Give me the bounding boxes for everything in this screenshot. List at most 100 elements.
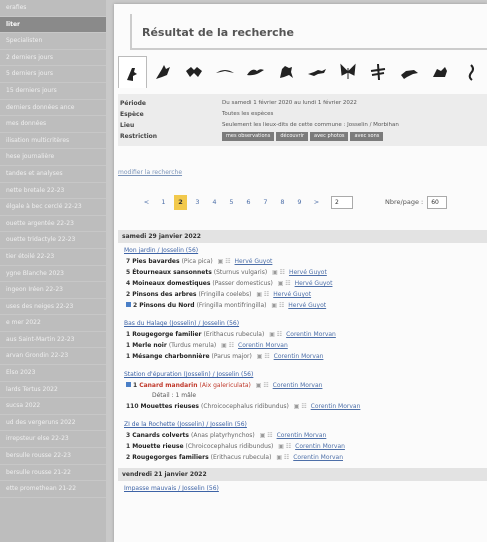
species-name[interactable]: Mésange charbonnière	[132, 353, 209, 360]
owl-icon	[156, 65, 171, 79]
sidebar-item[interactable]: élgale à bec cerclé 22-23	[0, 199, 106, 216]
camera-icon: ▣ ☷	[291, 403, 309, 410]
sidebar-item[interactable]: ouette tridactyle 22-23	[0, 232, 106, 249]
restriction-button[interactable]: avec sons	[350, 132, 384, 141]
sidebar-item[interactable]: arvan Grondin 22-23	[0, 348, 106, 366]
species-name[interactable]: Rougegorge familier	[132, 331, 201, 338]
observer-link[interactable]: Hervé Guyot	[235, 258, 273, 265]
sidebar-item[interactable]: e mer 2022	[0, 315, 106, 332]
page-link[interactable]: 5	[225, 195, 238, 210]
observer-link[interactable]: Hervé Guyot	[288, 302, 326, 309]
pager-next[interactable]: >	[310, 195, 323, 210]
species-tab[interactable]	[241, 56, 270, 88]
species-name[interactable]: Moineaux domestiques	[132, 280, 210, 287]
sidebar-item[interactable]: 15 derniers jours	[0, 83, 106, 100]
location-link[interactable]: Mon jardin / Josselin (56)	[118, 246, 487, 256]
page-link[interactable]: 3	[191, 195, 204, 210]
latin-name: (Anas platyrhynchos)	[191, 432, 255, 439]
species-tab[interactable]	[149, 56, 178, 88]
sidebar-item[interactable]: derniers données ance	[0, 100, 106, 117]
observer-link[interactable]: Hervé Guyot	[273, 291, 311, 298]
sidebar-item[interactable]: bersulle rousse 22-23	[0, 448, 106, 465]
species-tab[interactable]	[210, 56, 239, 88]
location-link[interactable]: Bas du Halage (Josselin) / Josselin (56)	[118, 319, 487, 329]
sidebar-item[interactable]: lards Tertus 2022	[0, 382, 106, 399]
species-name[interactable]: Pinsons des arbres	[132, 291, 196, 298]
sidebar-item[interactable]: erafies	[0, 0, 106, 17]
sidebar-item[interactable]: bersulle rousse 21-22	[0, 465, 106, 482]
species-name[interactable]: Mouettes rieuses	[141, 403, 199, 410]
location-link[interactable]: Station d'épuration (Josselin) / Josseli…	[118, 370, 487, 380]
species-tab[interactable]	[333, 56, 362, 88]
sidebar-item[interactable]: irrepsteur else 22-23	[0, 431, 106, 449]
modify-search-link[interactable]: modifier la recherche	[118, 169, 182, 176]
sidebar-item[interactable]: hese journalière	[0, 149, 106, 166]
page-goto-select[interactable]: 2	[331, 195, 353, 209]
species-tab[interactable]	[395, 56, 424, 88]
results-list: samedi 29 janvier 2022 Mon jardin / Josse…	[118, 230, 487, 499]
observer-link[interactable]: Corentin Morvan	[295, 443, 345, 450]
sidebar-item[interactable]: nette bretale 22-23	[0, 183, 106, 200]
observer-link[interactable]: Corentin Morvan	[238, 342, 288, 349]
species-name[interactable]: Merle noir	[132, 342, 167, 349]
species-tab[interactable]	[118, 56, 147, 88]
sidebar-item[interactable]: mes données	[0, 116, 106, 133]
location-link[interactable]: Impasse mauvais / Josselin (56)	[118, 484, 487, 494]
sidebar-item[interactable]: tier étoilé 22-23	[0, 249, 106, 266]
sidebar-item[interactable]: ud des vergeruns 2022	[0, 415, 106, 432]
per-page-select[interactable]: 60	[427, 195, 448, 209]
species-name[interactable]: Pies bavardes	[132, 258, 179, 265]
sidebar-item[interactable]: liter	[0, 16, 106, 34]
observer-link[interactable]: Corentin Morvan	[274, 353, 324, 360]
species-tab[interactable]	[180, 56, 209, 88]
species-tab[interactable]	[272, 56, 301, 88]
sidebar-item[interactable]: sucsa 2022	[0, 398, 106, 415]
sidebar-item[interactable]: ygne Blanche 2023	[0, 266, 106, 283]
page-link[interactable]: 4	[208, 195, 221, 210]
species-group-bar	[118, 56, 487, 90]
observer-link[interactable]: Corentin Morvan	[277, 432, 327, 439]
observer-link[interactable]: Corentin Morvan	[293, 454, 343, 461]
species-name[interactable]: Rougegorges familiers	[132, 454, 208, 461]
page-link[interactable]: 1	[157, 195, 170, 210]
sidebar-item[interactable]: 2 derniers jours	[0, 50, 106, 67]
sidebar-item[interactable]: ingeon Iréen 22-23	[0, 282, 106, 299]
page-link[interactable]: 6	[242, 195, 255, 210]
sidebar-item[interactable]: tandes et analyses	[0, 166, 106, 183]
pager-prev[interactable]: <	[140, 195, 153, 210]
observer-link[interactable]: Corentin Morvan	[286, 331, 336, 338]
sidebar-item[interactable]: uses des neiges 22-23	[0, 299, 106, 316]
species-name[interactable]: Canards colverts	[132, 432, 189, 439]
latin-name: (Parus major)	[211, 353, 252, 360]
sidebar-item[interactable]: aus Saint-Martin 22-23	[0, 332, 106, 349]
sidebar-item[interactable]: 5 derniers jours	[0, 66, 106, 83]
page-link[interactable]: 2	[174, 194, 187, 210]
species-name[interactable]: Canard mandarin	[139, 382, 197, 389]
species-name[interactable]: Mouette rieuse	[132, 443, 183, 450]
sidebar-item[interactable]: ouette argentée 22-23	[0, 216, 106, 233]
restriction-button[interactable]: mes observations	[222, 132, 275, 141]
page-link[interactable]: 9	[293, 195, 306, 210]
species-name[interactable]: Étourneaux sansonnets	[132, 269, 212, 276]
observer-link[interactable]: Corentin Morvan	[273, 382, 323, 389]
observer-link[interactable]: Corentin Morvan	[311, 403, 361, 410]
sidebar-item[interactable]: ette promethean 21-22	[0, 481, 106, 498]
restriction-button[interactable]: découvrir	[276, 132, 309, 141]
pagination: <1 2 3 4 5 6 7 8 9 >2 Nbre/page :60	[140, 192, 487, 212]
sidebar-item[interactable]: ilisation multicritères	[0, 133, 106, 150]
sidebar-item[interactable]: Specialisten	[0, 33, 106, 50]
location-link[interactable]: ZI de la Rochette (Josselin) / Josselin …	[118, 420, 487, 430]
page-link[interactable]: 8	[276, 195, 289, 210]
species-name[interactable]: Pinsons du Nord	[139, 302, 194, 309]
species-tab[interactable]	[426, 56, 455, 88]
observer-link[interactable]: Hervé Guyot	[289, 269, 327, 276]
sidebar-item[interactable]: Elso 2023	[0, 365, 106, 382]
observer-link[interactable]: Hervé Guyot	[295, 280, 333, 287]
species-tab[interactable]	[364, 56, 393, 88]
species-tab[interactable]	[456, 56, 485, 88]
latin-name: (Chroicocephalus ridibundus)	[185, 443, 274, 450]
page-link[interactable]: 7	[259, 195, 272, 210]
species-tab[interactable]	[303, 56, 332, 88]
page-title: Résultat de la recherche	[130, 14, 487, 50]
restriction-button[interactable]: avec photos	[310, 132, 349, 141]
